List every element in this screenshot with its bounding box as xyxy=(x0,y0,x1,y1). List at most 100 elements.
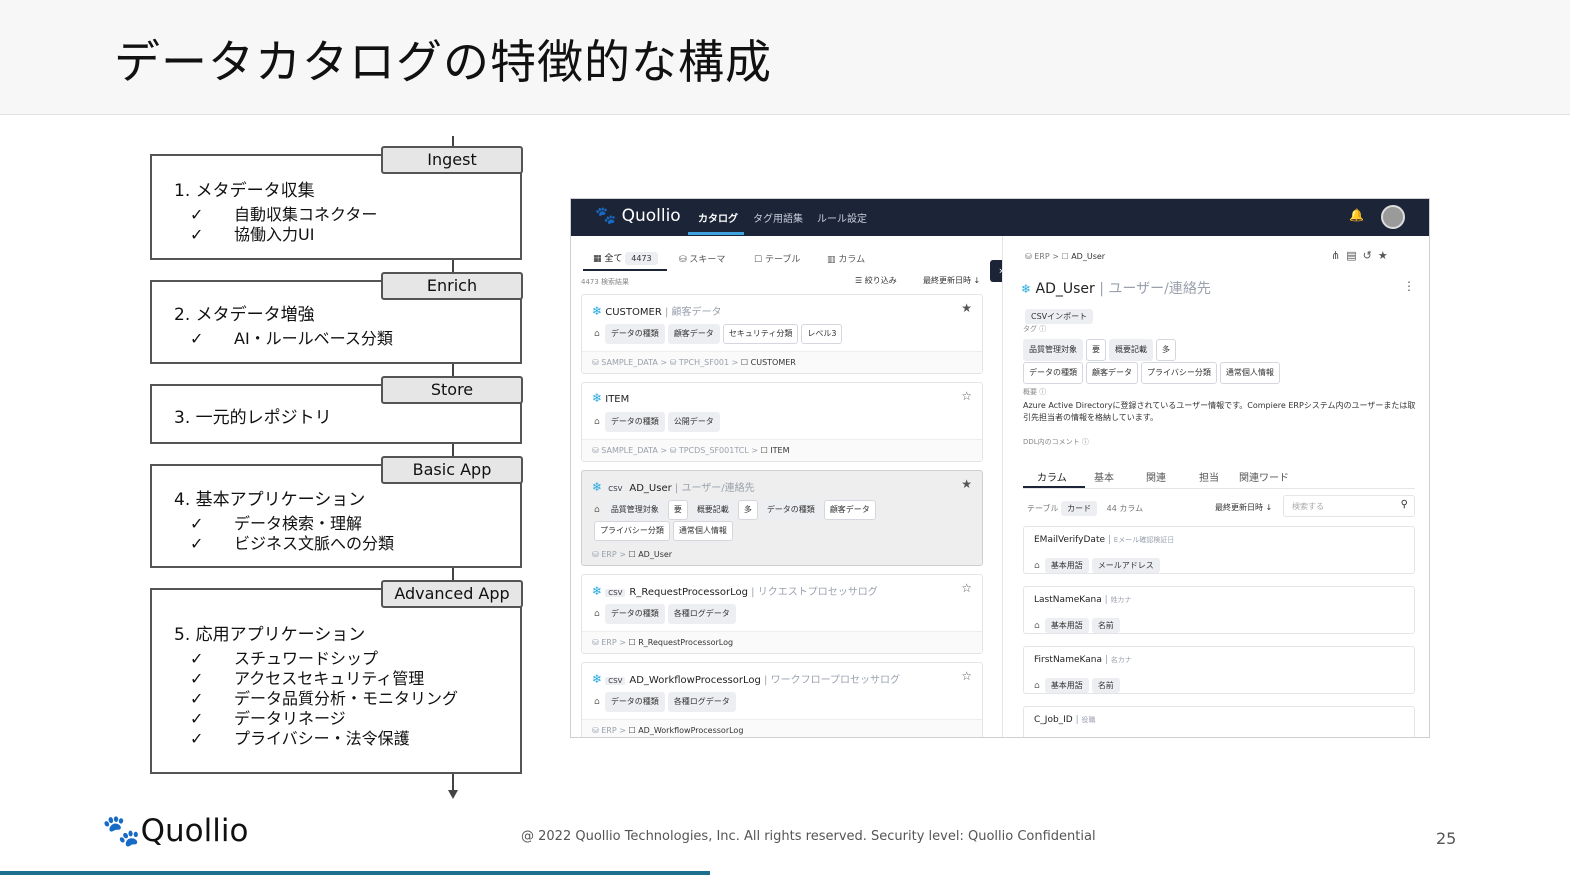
share-icon[interactable]: ⋔ xyxy=(1331,249,1346,262)
quollio-mark-icon: 🐾 xyxy=(102,813,141,849)
star-filled-icon[interactable]: ★ xyxy=(961,477,972,491)
more-vertical-icon[interactable]: ⋮ xyxy=(1403,279,1415,293)
snowflake-icon: ❄ xyxy=(592,480,603,494)
step-tab-basic-app: Basic App xyxy=(381,456,523,484)
bell-icon[interactable]: 🔔 xyxy=(1349,208,1364,222)
columns-icon: ▥ xyxy=(827,255,836,265)
column-card[interactable]: C_Job_ID | 役職 xyxy=(1023,706,1415,737)
step-bullet: ✓ ビジネス文脈への分類 xyxy=(190,534,395,553)
tab-all[interactable]: ▦ 全て 4473 xyxy=(593,251,661,265)
tag-list: ⌂ データの種類 顧客データ セキュリティ分類 レベル3 xyxy=(594,323,974,344)
view-toggle[interactable]: テーブル カード 44 カラム xyxy=(1027,501,1143,516)
detail-tab-owner[interactable]: 担当 xyxy=(1199,469,1219,484)
star-filled-icon[interactable]: ★ xyxy=(961,301,972,315)
result-card-workflow-processor-log[interactable]: ❄ CSV AD_WorkflowProcessorLog | ワークフロープロセ… xyxy=(581,662,983,737)
column-card[interactable]: FirstNameKana | 名カナ ⌂ 基本用語 名前 xyxy=(1023,646,1415,694)
footer-logo: 🐾Quollio xyxy=(102,813,249,849)
result-card-request-processor-log[interactable]: ❄ CSV R_RequestProcessorLog | リクエストプロセッサロ… xyxy=(581,574,983,654)
step-heading: 3. 一元的レポジトリ xyxy=(174,408,332,428)
step-bullet: ✓ プライバシー・法令保護 xyxy=(190,729,410,748)
detail-tab-columns[interactable]: カラム xyxy=(1037,469,1067,484)
tag-icon: ⌂ xyxy=(594,697,600,707)
snowflake-icon: ❄ xyxy=(592,672,603,686)
tag-icon: ⌂ xyxy=(594,609,600,619)
step-heading: 4. 基本アプリケーション xyxy=(174,490,366,510)
asset-path: ⛁ ERP > ☐ R_RequestProcessorLog xyxy=(582,631,982,653)
copyright: @ 2022 Quollio Technologies, Inc. All ri… xyxy=(521,829,1096,844)
snowflake-icon: ❄ xyxy=(592,304,603,318)
tag-icon: ⌂ xyxy=(594,505,600,515)
result-count: 4473 検索結果 xyxy=(581,278,630,286)
step-advanced-app: 5. 応用アプリケーション ✓ スチュワードシップ ✓ アクセスセキュリティ管理 ✓… xyxy=(150,588,522,774)
nav-catalog[interactable]: カタログ xyxy=(698,210,738,225)
avatar[interactable] xyxy=(1381,205,1405,229)
column-card[interactable]: LastNameKana | 姓カナ ⌂ 基本用語 名前 xyxy=(1023,586,1415,634)
comment-icon[interactable]: ▤ xyxy=(1346,249,1362,262)
divider xyxy=(1023,488,1415,489)
step-tab-store: Store xyxy=(381,376,523,404)
ddl-comment-label: DDL内のコメント ⓘ xyxy=(1023,438,1089,446)
column-search-input[interactable]: 検索する ⚲ xyxy=(1283,495,1415,517)
step-bullet: ✓ 協働入力UI xyxy=(190,225,315,244)
detail-title: ❄ AD_User | ユーザー/連絡先 xyxy=(1021,281,1211,297)
breadcrumb: ⛁ ERP > ☐ AD_User xyxy=(1025,252,1106,261)
filter-icon: ☰ xyxy=(855,276,863,285)
tab-table[interactable]: ☐ テーブル xyxy=(754,252,800,265)
detail-sort-button[interactable]: 最終更新日時 ↓ xyxy=(1215,502,1272,513)
tag-icon: ⌂ xyxy=(1034,621,1040,631)
asset-path: ⛁ ERP > ☐ AD_WorkflowProcessorLog xyxy=(582,719,982,737)
snowflake-icon: ❄ xyxy=(592,584,603,598)
detail-tag-list: 品質管理対象要概要記載多 データの種類 顧客データ プライバシー分類 通常個人情報 xyxy=(1023,338,1423,384)
page-number: 25 xyxy=(1436,829,1457,848)
search-results-pane: ▦ 全て 4473 ⛁ スキーマ ☐ テーブル ▥ カラム 4473 検索結果 … xyxy=(571,236,1001,737)
slide-title: データカタログの特徴的な構成 xyxy=(114,35,772,89)
app-navbar: 🐾 Quollio カタログ タグ用語集 ルール設定 🔔 xyxy=(571,199,1429,236)
detail-actions: ⋔▤↺★ xyxy=(1331,249,1394,262)
asset-path: ⛁ SAMPLE_DATA > ⛁ TPCH_SF001 > ☐ CUSTOME… xyxy=(582,351,982,373)
summary-label: 概要 ⓘ xyxy=(1023,388,1047,396)
detail-tab-basic[interactable]: 基本 xyxy=(1094,469,1114,484)
step-heading: 2. メタデータ増強 xyxy=(174,305,315,325)
filter-button[interactable]: ☰ 絞り込み xyxy=(855,275,897,286)
all-count-badge: 4473 xyxy=(625,252,658,265)
step-heading: 5. 応用アプリケーション xyxy=(174,625,366,645)
flow-connector xyxy=(452,772,454,792)
detail-tab-related[interactable]: 関連 xyxy=(1146,469,1166,484)
tab-schema[interactable]: ⛁ スキーマ xyxy=(679,252,725,265)
tag-list: ⌂ データの種類 各種ログデータ xyxy=(594,603,974,624)
detail-pane: ⛁ ERP > ☐ AD_User ⋔▤↺★ ❄ AD_User | ユーザー/… xyxy=(1002,236,1429,737)
tab-active-indicator xyxy=(583,269,667,271)
step-tab-ingest: Ingest xyxy=(381,146,523,174)
asset-path: ⛁ SAMPLE_DATA > ⛁ TPCDS_SF001TCL > ☐ ITE… xyxy=(582,439,982,461)
bottom-accent-bar xyxy=(0,871,710,875)
asset-path: ⛁ ERP > ☐ AD_User xyxy=(582,543,982,565)
nav-rule-settings[interactable]: ルール設定 xyxy=(817,210,867,225)
tag-icon: ⌂ xyxy=(594,329,600,339)
result-card-customer[interactable]: ❄ CUSTOMER | 顧客データ ★ ⌂ データの種類 顧客データ セキュリティ… xyxy=(581,294,983,374)
import-badge: CSVインポート xyxy=(1025,304,1096,324)
step-tab-enrich: Enrich xyxy=(381,272,523,300)
nav-tag-glossary[interactable]: タグ用語集 xyxy=(753,210,803,225)
result-card-item[interactable]: ❄ ITEM ☆ ⌂ データの種類 公開データ ⛁ SAMPLE_DATA > ⛁… xyxy=(581,382,983,462)
star-outline-icon[interactable]: ☆ xyxy=(961,669,972,683)
info-icon: ⓘ xyxy=(1081,438,1089,446)
sort-button[interactable]: 最終更新日時 ↓ xyxy=(923,275,980,286)
tab-column[interactable]: ▥ カラム xyxy=(827,252,865,265)
step-bullet: ✓ AI・ルールベース分類 xyxy=(190,329,393,348)
summary-text: Azure Active Directoryに登録されているユーザー情報です。C… xyxy=(1023,401,1416,422)
star-filled-icon[interactable]: ★ xyxy=(1378,249,1394,262)
detail-tab-related-words[interactable]: 関連ワード xyxy=(1239,469,1289,484)
star-outline-icon[interactable]: ☆ xyxy=(961,581,972,595)
history-icon[interactable]: ↺ xyxy=(1363,249,1378,262)
snowflake-icon: ❄ xyxy=(592,391,603,405)
flow-arrow-head xyxy=(448,790,458,799)
star-outline-icon[interactable]: ☆ xyxy=(961,389,972,403)
result-card-ad-user[interactable]: ❄ CSV AD_User | ユーザー/連絡先 ★ ⌂ 品質管理対象要概要記載多… xyxy=(581,470,983,566)
table-icon: ☐ xyxy=(754,255,763,265)
app-logo[interactable]: 🐾 Quollio xyxy=(595,206,681,226)
nav-active-indicator xyxy=(688,232,744,235)
column-card[interactable]: EMailVerifyDate | Eメール確認検証日 ⌂ 基本用語 メールアドレ… xyxy=(1023,526,1415,574)
tag-list: ⌂ データの種類 公開データ xyxy=(594,411,974,432)
quollio-mark-icon: 🐾 xyxy=(595,206,617,226)
tag-icon: ⌂ xyxy=(1034,561,1040,571)
